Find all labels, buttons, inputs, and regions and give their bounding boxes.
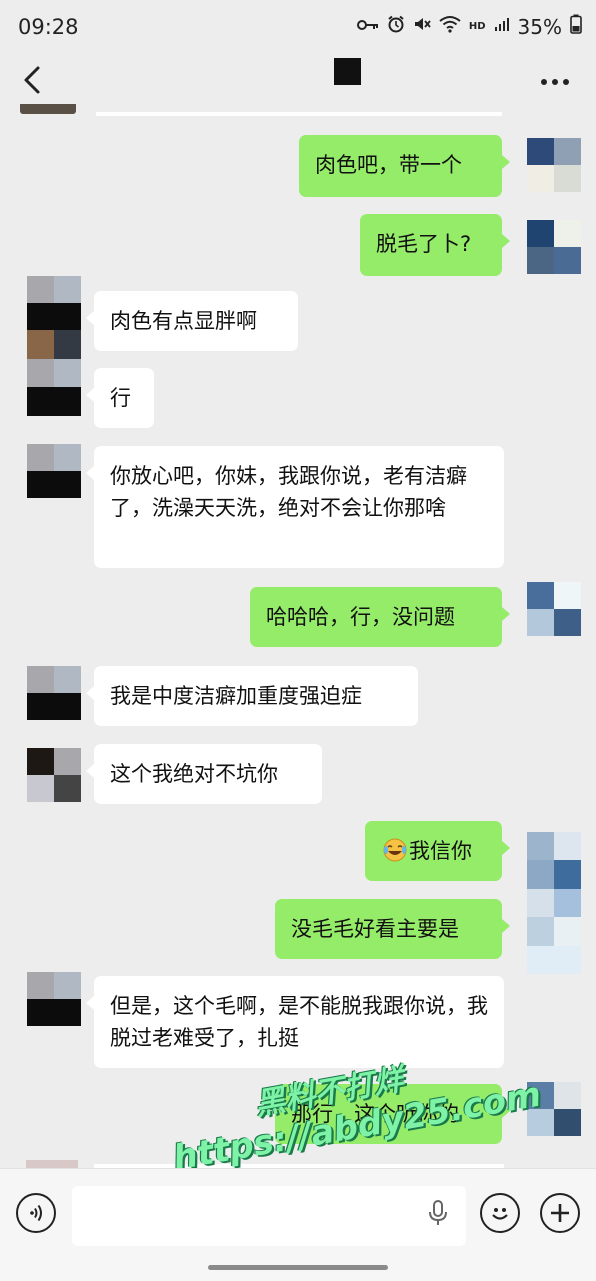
message-bubble-in[interactable]: 但是，这个毛啊，是不能脱我跟你说，我脱过老难受了，扎挺	[86, 976, 504, 1068]
chat-title-redacted	[334, 58, 361, 85]
message-text: 肉色吧，带一个	[315, 153, 462, 177]
battery-percent: 35%	[517, 14, 562, 39]
message-bubble-in[interactable]: 这个我绝对不坑你	[86, 744, 322, 804]
message-bubble-out[interactable]: 肉色吧，带一个	[299, 135, 510, 197]
hd-label: HD	[468, 21, 486, 32]
emoji-icon	[492, 1208, 508, 1220]
more-functions-button[interactable]	[540, 1193, 580, 1233]
status-icons: HD 35%	[356, 14, 582, 39]
message-bubble-in[interactable]: 行	[86, 368, 154, 428]
chevron-left-icon	[24, 66, 40, 94]
avatar-contact[interactable]	[27, 444, 81, 498]
plus-icon	[551, 1204, 569, 1222]
wifi-icon	[439, 15, 461, 38]
message-text: 那行，这个听你的	[291, 1102, 459, 1126]
chat-header	[0, 56, 596, 104]
laughing-emoji-icon	[381, 835, 409, 867]
more-options-button[interactable]	[540, 64, 570, 94]
back-button[interactable]	[20, 62, 50, 98]
message-bubble-in[interactable]: 你放心吧，你妹，我跟你说，老有洁癖了，洗澡天天洗，绝对不会让你那啥	[86, 446, 504, 568]
mute-icon	[413, 15, 431, 38]
avatar-self[interactable]	[527, 1082, 581, 1136]
message-bubble-in[interactable]: 肉色有点显胖啊	[86, 291, 298, 351]
avatar-self[interactable]	[527, 582, 581, 636]
avatar-self[interactable]	[527, 138, 581, 192]
avatar-contact[interactable]	[27, 666, 81, 720]
alarm-icon	[387, 15, 405, 38]
more-dots-icon	[541, 79, 569, 85]
mic-icon	[429, 1200, 447, 1225]
message-bubble-out[interactable]: 哈哈哈，行，没问题	[250, 587, 510, 647]
avatar-contact[interactable]	[27, 748, 81, 802]
partial-bubble	[96, 112, 502, 116]
status-time: 09:28	[18, 15, 79, 39]
message-text: 但是，这个毛啊，是不能脱我跟你说，我脱过老难受了，扎挺	[110, 994, 488, 1050]
message-text: 我是中度洁癖加重度强迫症	[110, 684, 362, 708]
message-text: 脱毛了卜?	[376, 232, 472, 256]
message-text: 这个我绝对不坑你	[110, 762, 278, 786]
signal-icon	[494, 16, 510, 37]
chat-messages: 肉色吧，带一个 脱毛了卜? 肉色有点显胖啊 行 你放心吧，你妹，我跟你说，老有洁…	[0, 104, 596, 1168]
partial-avatar	[26, 1160, 78, 1168]
key-icon	[356, 17, 379, 37]
message-bubble-out[interactable]: 没毛毛好看主要是	[275, 899, 510, 959]
voice-toggle-button[interactable]	[16, 1193, 56, 1233]
message-input[interactable]	[72, 1186, 466, 1246]
message-bubble-out[interactable]: 我信你	[365, 821, 510, 881]
avatar-contact[interactable]	[27, 330, 81, 416]
message-bubble-in[interactable]: 我是中度洁癖加重度强迫症	[86, 666, 418, 726]
message-text: 我信你	[409, 839, 472, 863]
avatar-contact[interactable]	[27, 972, 81, 1026]
voice-icon	[30, 1204, 42, 1222]
mic-button[interactable]	[428, 1200, 448, 1232]
message-bubble-out[interactable]: 脱毛了卜?	[360, 214, 510, 276]
avatar-self[interactable]	[527, 220, 581, 274]
status-bar: 09:28 HD 35%	[0, 0, 596, 56]
input-bar	[0, 1168, 596, 1281]
battery-icon	[570, 14, 582, 39]
message-text: 行	[110, 386, 131, 410]
home-indicator	[208, 1265, 388, 1270]
emoji-button[interactable]	[480, 1193, 520, 1233]
partial-avatar	[20, 104, 76, 114]
message-text: 哈哈哈，行，没问题	[266, 605, 455, 629]
message-bubble-out[interactable]: 那行，这个听你的	[275, 1084, 510, 1144]
message-text: 肉色有点显胖啊	[110, 309, 257, 333]
message-text: 没毛毛好看主要是	[291, 917, 459, 941]
message-text: 你放心吧，你妹，我跟你说，老有洁癖了，洗澡天天洗，绝对不会让你那啥	[110, 464, 467, 520]
avatar-self[interactable]	[527, 832, 581, 974]
avatar-contact[interactable]	[27, 276, 81, 330]
